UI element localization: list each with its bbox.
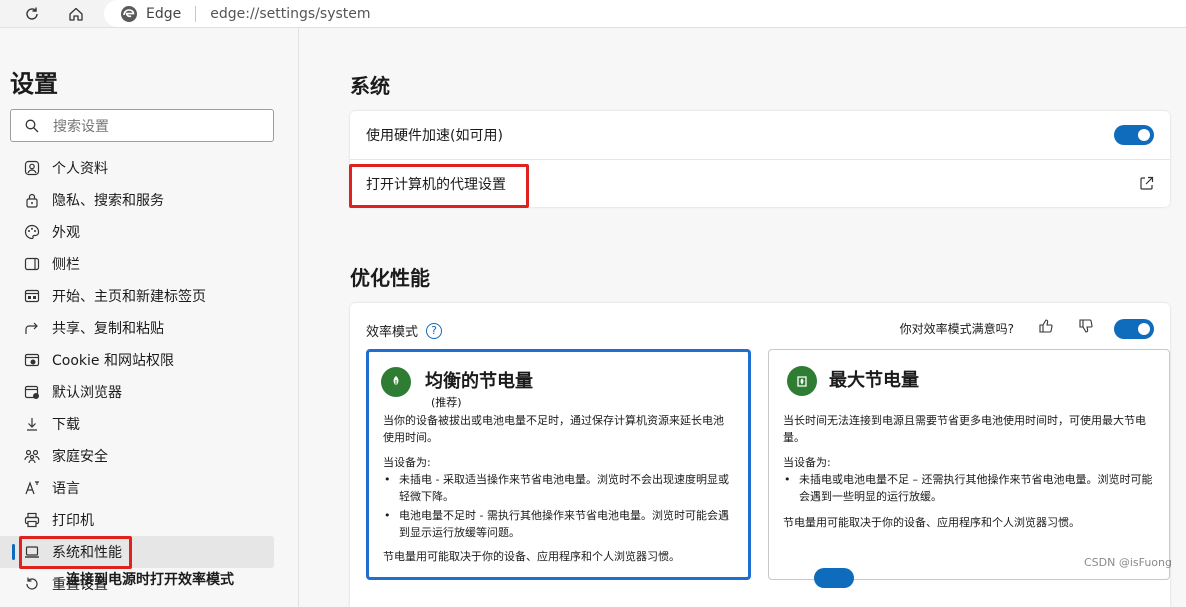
sidebar-item-label: 语言 xyxy=(52,481,80,497)
search-settings-input[interactable]: 搜索设置 xyxy=(10,109,274,142)
sidebar-item-label: Cookie 和网站权限 xyxy=(52,353,174,369)
plugged-in-efficiency-toggle[interactable] xyxy=(814,568,854,588)
watermark-text: CSDN @isFuong xyxy=(1083,556,1172,569)
url-text: edge://settings/system xyxy=(210,5,371,22)
hardware-acceleration-toggle[interactable] xyxy=(1114,125,1154,145)
address-bar[interactable]: Edge edge://settings/system xyxy=(104,0,1186,27)
thumbs-down-icon[interactable] xyxy=(1078,318,1094,334)
sidebar-item-label: 个人资料 xyxy=(52,161,108,177)
sidebar-title: 设置 xyxy=(10,70,58,98)
mode-bullet: 电池电量不足时 - 需执行其他操作来节省电池电量。浏览时可能会遇到显示运行放缓等… xyxy=(383,507,734,541)
cookie-icon xyxy=(24,352,40,368)
plugged-in-efficiency-label: 连接到电源时打开效率模式 xyxy=(66,572,234,588)
profile-icon xyxy=(24,160,40,176)
sidebar-item-label: 打印机 xyxy=(52,513,94,529)
system-heading: 系统 xyxy=(350,74,390,98)
mode-subtitle: (推荐) xyxy=(431,396,462,409)
settings-main: 系统 使用硬件加速(如可用) 打开计算机的代理设置 优化性能 效率模式 ? 你对… xyxy=(300,28,1186,607)
browser-icon xyxy=(24,384,40,400)
highlight-box-proxy xyxy=(349,164,529,208)
settings-nav: 个人资料 隐私、搜索和服务 外观 侧栏 开始、主页和新建标签页 共享、复制和粘贴… xyxy=(0,152,299,600)
sidebar-item-label: 家庭安全 xyxy=(52,449,108,465)
sidebar-item-printers[interactable]: 打印机 xyxy=(0,504,299,536)
sidebar-item-appearance[interactable]: 外观 xyxy=(0,216,299,248)
performance-card: 效率模式 ? 你对效率模式满意吗? 均衡的节电量 (推荐) 当你的设备被拔出或电… xyxy=(350,303,1170,607)
efficiency-mode-label: 效率模式 xyxy=(366,325,419,340)
mode-when-label: 当设备为: xyxy=(783,456,831,469)
address-separator xyxy=(195,5,197,22)
appearance-icon xyxy=(24,224,40,240)
mode-title: 均衡的节电量 xyxy=(425,371,533,392)
sidebar-item-label: 外观 xyxy=(52,225,80,241)
sidebar-item-label: 开始、主页和新建标签页 xyxy=(52,289,206,305)
hardware-acceleration-row: 使用硬件加速(如可用) xyxy=(350,111,1170,159)
mode-description: 当长时间无法连接到电源且需要节省更多电池使用时间时，可使用最大节电量。 xyxy=(783,414,1146,444)
settings-sidebar: 设置 搜索设置 个人资料 隐私、搜索和服务 外观 侧栏 开始、主页和新建标签页 … xyxy=(0,28,299,607)
sidebar-item-start-home[interactable]: 开始、主页和新建标签页 xyxy=(0,280,299,312)
mode-footer: 节电量用可能取决于你的设备、应用程序和个人浏览器习惯。 xyxy=(383,550,680,563)
sidebar-item-languages[interactable]: 语言 xyxy=(0,472,299,504)
printer-icon xyxy=(24,512,40,528)
edge-logo-icon xyxy=(121,5,137,22)
sidebar-item-sidebar[interactable]: 侧栏 xyxy=(0,248,299,280)
home-tab-icon xyxy=(24,288,40,304)
leaf-icon xyxy=(381,367,411,397)
efficiency-mode-header: 效率模式 ? xyxy=(366,321,443,340)
sidebar-item-privacy[interactable]: 隐私、搜索和服务 xyxy=(0,184,299,216)
refresh-icon[interactable] xyxy=(21,3,43,25)
sidebar-item-default-browser[interactable]: 默认浏览器 xyxy=(0,376,299,408)
mode-description: 当你的设备被拔出或电池电量不足时，通过保存计算机资源来延长电池使用时间。 xyxy=(383,414,724,444)
sidebar-item-cookies[interactable]: Cookie 和网站权限 xyxy=(0,344,299,376)
sidebar-item-label: 侧栏 xyxy=(52,257,80,273)
sidebar-item-label: 默认浏览器 xyxy=(52,385,122,401)
mode-card-balanced[interactable]: 均衡的节电量 (推荐) 当你的设备被拔出或电池电量不足时，通过保存计算机资源来延… xyxy=(366,349,751,580)
sidebar-item-downloads[interactable]: 下载 xyxy=(0,408,299,440)
mode-title: 最大节电量 xyxy=(829,370,919,391)
sidebar-item-label: 隐私、搜索和服务 xyxy=(52,193,164,209)
performance-heading: 优化性能 xyxy=(350,266,430,290)
sidebar-item-share[interactable]: 共享、复制和粘贴 xyxy=(0,312,299,344)
browser-brand: Edge xyxy=(146,5,182,22)
language-icon xyxy=(24,480,40,496)
mode-bullet: 未插电 - 采取适当操作来节省电池电量。浏览时不会出现速度明显或轻微下降。 xyxy=(383,471,734,505)
mode-when-label: 当设备为: xyxy=(383,456,431,469)
home-icon[interactable] xyxy=(65,3,87,25)
sidebar-item-profile[interactable]: 个人资料 xyxy=(0,152,299,184)
share-icon xyxy=(24,320,40,336)
sidebar-item-family[interactable]: 家庭安全 xyxy=(0,440,299,472)
mode-bullets: 未插电或电池电量不足 – 还需执行其他操作来节省电池电量。浏览时可能会遇到一些明… xyxy=(783,471,1155,507)
mode-card-maximum[interactable]: 最大节电量 当长时间无法连接到电源且需要节省更多电池使用时间时，可使用最大节电量… xyxy=(768,349,1170,580)
thumbs-up-icon[interactable] xyxy=(1038,318,1054,334)
sidebar-item-label: 下载 xyxy=(52,417,80,433)
search-placeholder: 搜索设置 xyxy=(53,118,109,135)
highlight-box-system-nav xyxy=(19,536,132,569)
download-icon xyxy=(24,416,40,432)
help-icon[interactable]: ? xyxy=(426,322,443,339)
mode-footer: 节电量用可能取决于你的设备、应用程序和个人浏览器习惯。 xyxy=(783,516,1080,529)
browser-toolbar: Edge edge://settings/system xyxy=(0,0,1186,28)
mode-bullets: 未插电 - 采取适当操作来节省电池电量。浏览时不会出现速度明显或轻微下降。 电池… xyxy=(383,471,734,543)
sidebar-item-label: 共享、复制和粘贴 xyxy=(52,321,164,337)
battery-leaf-icon xyxy=(787,366,817,396)
sidebar-icon xyxy=(24,256,40,272)
external-link-icon[interactable] xyxy=(1139,176,1154,191)
efficiency-mode-toggle[interactable] xyxy=(1114,319,1154,339)
family-icon xyxy=(24,448,40,464)
satisfaction-question: 你对效率模式满意吗? xyxy=(899,322,1014,336)
lock-icon xyxy=(24,192,40,208)
search-icon xyxy=(25,119,39,132)
mode-bullet: 未插电或电池电量不足 – 还需执行其他操作来节省电池电量。浏览时可能会遇到一些明… xyxy=(783,471,1155,505)
hardware-acceleration-label: 使用硬件加速(如可用) xyxy=(366,128,503,144)
reset-icon xyxy=(24,576,40,592)
